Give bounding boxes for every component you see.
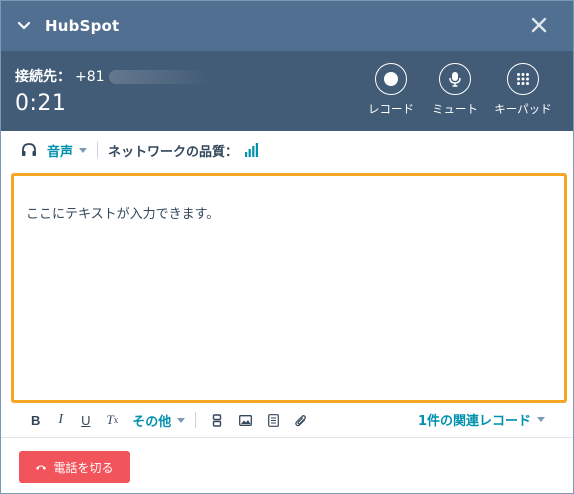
app-title: HubSpot: [45, 17, 120, 35]
close-icon[interactable]: [529, 15, 549, 35]
document-icon: [267, 413, 279, 427]
keypad-label: キーパッド: [494, 102, 552, 116]
keypad-button[interactable]: キーパッド: [488, 63, 558, 123]
redacted-number: [108, 70, 209, 84]
caret-down-icon: [537, 417, 545, 422]
italic-button[interactable]: I: [58, 410, 63, 430]
footer-divider: [1, 437, 573, 438]
more-dropdown[interactable]: その他: [132, 410, 186, 430]
keypad-icon: [517, 73, 529, 85]
clear-format-button[interactable]: Tx: [106, 410, 118, 430]
microphone-icon: [449, 72, 461, 87]
associated-records-dropdown[interactable]: 1件の関連レコード: [418, 410, 545, 429]
signal-bars-icon: [245, 143, 259, 157]
headset-icon: [22, 143, 36, 156]
caret-down-icon: [79, 147, 88, 153]
snippet-button[interactable]: [210, 410, 224, 430]
attach-button[interactable]: [294, 410, 308, 430]
notes-placeholder: ここにテキストが入力できます。: [26, 207, 220, 222]
document-button[interactable]: [266, 410, 280, 430]
underline-button[interactable]: U: [81, 410, 90, 430]
clear-format-label: T: [106, 412, 114, 427]
phone-number: +81: [75, 69, 105, 85]
mute-button[interactable]: ミュート: [420, 63, 490, 123]
connected-to: 接続先： +81: [15, 66, 209, 86]
associated-records-label: 1件の関連レコード: [417, 414, 531, 429]
call-timer: 0:21: [15, 91, 67, 116]
record-label: レコード: [368, 102, 414, 116]
call-widget-window: HubSpot 接続先： +81 0:21 レコード ミュート キーパッド 音声…: [0, 0, 574, 494]
clear-format-sub: x: [113, 415, 119, 425]
network-quality-label: ネットワークの品質：: [108, 144, 239, 160]
mute-label: ミュート: [432, 102, 478, 116]
paperclip-icon: [295, 414, 307, 426]
bold-button[interactable]: B: [31, 410, 40, 430]
divider: [195, 412, 197, 428]
call-notes-textarea[interactable]: ここにテキストが入力できます。: [11, 173, 567, 403]
formatting-toolbar: B I U Tx その他 1件の関連レコード: [1, 406, 573, 434]
connected-label: 接続先：: [15, 69, 71, 85]
caret-down-icon: [177, 417, 186, 423]
call-panel: 接続先： +81 0:21 レコード ミュート キーパッド: [1, 51, 573, 131]
insert-image-button[interactable]: [238, 410, 252, 430]
hang-up-label: 電話を切る: [53, 460, 114, 475]
audio-label: 音声: [47, 144, 74, 160]
hang-up-button[interactable]: 電話を切る: [19, 451, 130, 483]
image-icon: [238, 414, 252, 426]
chevron-down-icon[interactable]: [17, 19, 31, 33]
snippet-icon: [213, 413, 222, 427]
divider: [97, 142, 99, 158]
title-bar: HubSpot: [1, 1, 573, 51]
phone-hangup-icon: [36, 465, 47, 470]
record-button[interactable]: レコード: [356, 63, 426, 123]
more-label: その他: [132, 414, 172, 430]
record-icon: [384, 72, 398, 86]
audio-dropdown[interactable]: 音声: [47, 141, 88, 160]
call-info-bar: 音声 ネットワークの品質：: [1, 131, 573, 169]
